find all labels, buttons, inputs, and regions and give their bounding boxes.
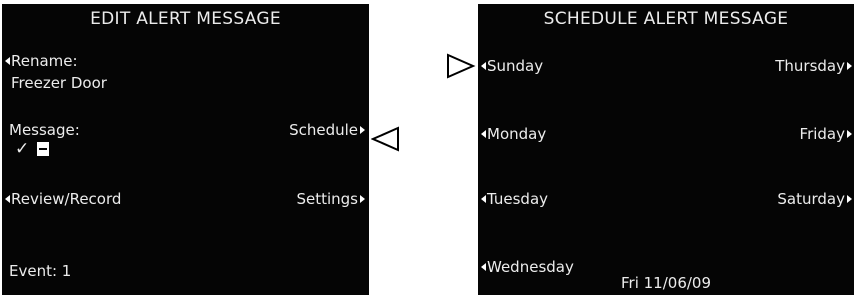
message-minus-icon — [37, 142, 49, 156]
day-saturday[interactable]: Saturday — [777, 190, 852, 208]
check-icon: ✓ — [15, 139, 30, 159]
day-label: Thursday — [775, 57, 845, 75]
day-label: Saturday — [777, 190, 845, 208]
arrow-left-icon — [481, 62, 486, 70]
pointer-left-icon — [371, 126, 399, 152]
settings-label: Settings — [296, 190, 358, 208]
schedule-screen-title: SCHEDULE ALERT MESSAGE — [543, 9, 789, 29]
arrow-left-icon — [481, 263, 486, 271]
day-friday[interactable]: Friday — [800, 125, 852, 143]
day-label: Friday — [799, 125, 845, 143]
arrow-left-icon — [481, 130, 486, 138]
date-display: Fri 11/06/09 — [621, 274, 712, 292]
rename-value: Freezer Door — [11, 74, 107, 92]
review-record-option[interactable]: Review/Record — [5, 190, 121, 208]
day-tuesday[interactable]: Tuesday — [481, 190, 548, 208]
arrow-right-icon — [847, 62, 852, 70]
arrow-left-icon — [481, 195, 486, 203]
arrow-right-icon — [360, 195, 365, 203]
arrow-right-icon — [847, 130, 852, 138]
review-record-label: Review/Record — [11, 190, 122, 208]
day-label: Tuesday — [487, 190, 549, 208]
day-label: Sunday — [487, 57, 544, 75]
edit-alert-screen: EDIT ALERT MESSAGE Rename: Freezer Door … — [2, 4, 369, 295]
day-monday[interactable]: Monday — [481, 125, 546, 143]
day-label: Wednesday — [487, 258, 574, 276]
message-label: Message: — [9, 121, 80, 139]
schedule-alert-screen: SCHEDULE ALERT MESSAGE Sunday Monday Tue… — [478, 4, 854, 295]
arrow-right-icon — [847, 195, 852, 203]
day-sunday[interactable]: Sunday — [481, 57, 543, 75]
rename-label: Rename: — [11, 52, 78, 70]
pointer-right-icon — [447, 53, 476, 79]
settings-option[interactable]: Settings — [296, 190, 365, 208]
rename-option[interactable]: Rename: — [5, 52, 78, 70]
arrow-left-icon — [5, 195, 10, 203]
schedule-label: Schedule — [289, 121, 358, 139]
day-wednesday[interactable]: Wednesday — [481, 258, 574, 276]
schedule-option[interactable]: Schedule — [289, 121, 365, 139]
edit-screen-title: EDIT ALERT MESSAGE — [90, 9, 281, 29]
arrow-left-icon — [5, 57, 10, 65]
day-label: Monday — [487, 125, 547, 143]
event-label: Event: 1 — [9, 262, 72, 280]
arrow-right-icon — [360, 126, 365, 134]
day-thursday[interactable]: Thursday — [775, 57, 852, 75]
